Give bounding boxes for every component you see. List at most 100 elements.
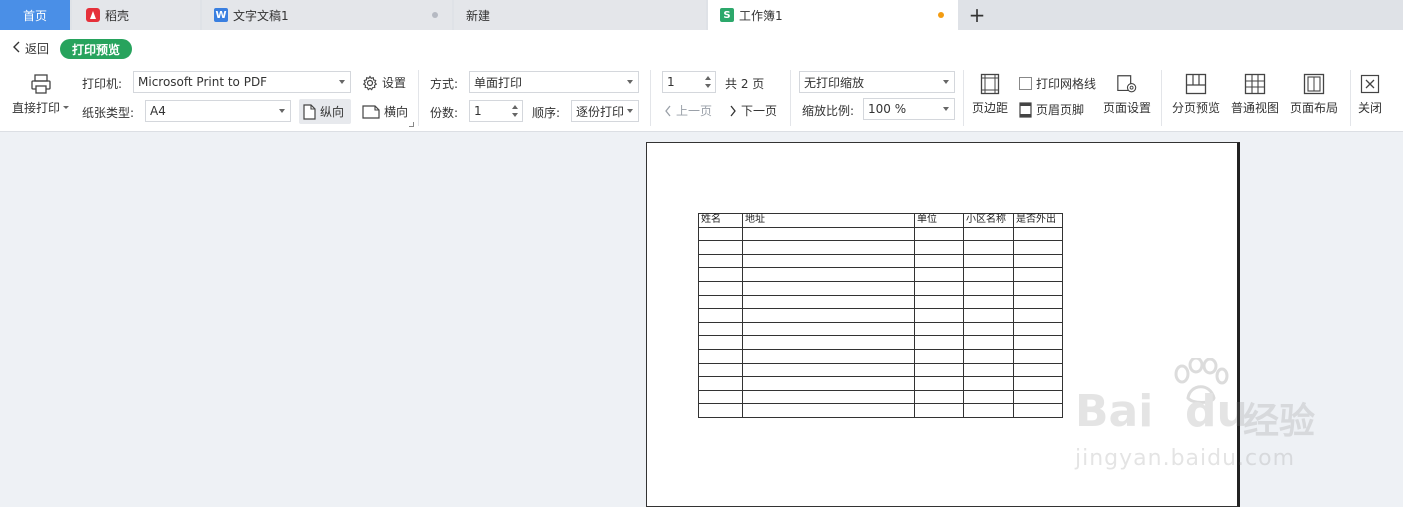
new-tab-button[interactable]: + <box>962 0 992 30</box>
next-page-label: 下一页 <box>741 104 778 118</box>
chevron-left-icon <box>664 105 672 117</box>
print-gridlines-checkbox[interactable]: 打印网格线 <box>1019 75 1096 92</box>
table-cell <box>742 308 915 323</box>
table-cell <box>698 362 743 378</box>
header-footer-button[interactable]: 页眉页脚 <box>1019 101 1084 118</box>
table-cell <box>1013 403 1063 418</box>
toolbar-separator <box>418 70 419 126</box>
margins-button[interactable]: 页边距 <box>972 73 1008 116</box>
tab-daoke[interactable]: 稻壳 <box>72 0 200 30</box>
next-page-button[interactable]: 下一页 <box>729 102 777 119</box>
table-cell <box>1013 253 1063 269</box>
zoom-ratio-label: 缩放比例: <box>802 104 855 118</box>
table-cell <box>914 376 964 391</box>
scaling-select[interactable]: 无打印缩放 <box>799 71 955 93</box>
table-cell <box>1013 362 1063 378</box>
order-select[interactable]: 逐份打印 <box>571 100 639 122</box>
caret-down-icon <box>63 106 70 109</box>
table-cell <box>698 335 743 350</box>
tab-home-label: 首页 <box>22 8 47 23</box>
table-cell <box>963 240 1014 255</box>
paper-type-value: A4 <box>150 104 166 118</box>
table-cell <box>1013 348 1063 364</box>
table-cell <box>963 362 1014 378</box>
table-cell <box>698 240 743 255</box>
decrement-icon[interactable] <box>512 113 518 117</box>
back-button[interactable]: 返回 <box>12 40 49 57</box>
copies-stepper[interactable]: 1 <box>469 100 523 122</box>
tab-close-dot[interactable] <box>432 12 438 18</box>
close-preview-button[interactable]: 关闭 <box>1358 73 1382 116</box>
page-break-preview-label: 分页预览 <box>1172 101 1221 115</box>
tab-workbook[interactable]: S 工作簿1 <box>708 0 958 30</box>
decrement-icon[interactable] <box>705 84 711 88</box>
landscape-button[interactable]: 横向 <box>362 103 408 120</box>
unsaved-dot[interactable] <box>938 12 944 18</box>
direct-print-button[interactable]: 直接打印 <box>12 73 70 116</box>
header-footer-icon <box>1019 101 1032 118</box>
page-layout-label: 页面布局 <box>1290 101 1339 115</box>
zoom-ratio-select[interactable]: 100 % <box>863 98 955 120</box>
table-cell <box>963 335 1014 350</box>
table-cell <box>698 253 743 269</box>
column-header: 姓名 <box>698 213 743 228</box>
table-cell <box>1013 267 1063 282</box>
tab-document[interactable]: W 文字文稿1 <box>202 0 452 30</box>
print-mode-select[interactable]: 单面打印 <box>469 71 639 93</box>
copies-label: 份数: <box>430 106 459 120</box>
tab-daoke-label: 稻壳 <box>105 8 130 23</box>
table-row <box>698 253 1063 269</box>
page-break-preview-button[interactable]: 分页预览 <box>1172 73 1220 116</box>
checkbox-icon <box>1019 77 1032 90</box>
settings-label: 设置 <box>382 76 407 90</box>
tab-home[interactable]: 首页 <box>0 0 70 30</box>
portrait-button[interactable]: 纵向 <box>299 99 351 124</box>
preview-sheet-table: 姓名 地址 单位 小区名称 是否外出 <box>698 213 1063 418</box>
print-mode-label: 方式: <box>430 77 459 91</box>
printer-select[interactable]: Microsoft Print to PDF <box>133 71 351 93</box>
tab-bar: 首页 稻壳 W 文字文稿1 新建 S 工作簿1 + <box>0 0 1403 30</box>
caret-down-icon <box>279 109 285 113</box>
printer-value: Microsoft Print to PDF <box>138 75 268 89</box>
table-cell <box>742 376 915 391</box>
close-label: 关闭 <box>1358 101 1383 115</box>
paper-type-select[interactable]: A4 <box>145 100 291 122</box>
chevron-right-icon <box>729 105 737 117</box>
increment-icon[interactable] <box>705 76 711 80</box>
table-cell <box>742 253 915 269</box>
table-row <box>698 321 1063 337</box>
portrait-label: 纵向 <box>320 105 345 119</box>
printer-icon <box>30 73 52 95</box>
printer-settings-button[interactable]: 设置 <box>362 74 406 91</box>
table-row <box>698 403 1063 418</box>
table-cell <box>914 389 964 405</box>
previous-page-label: 上一页 <box>676 104 713 118</box>
table-cell <box>742 335 915 350</box>
page-break-icon <box>1185 73 1207 95</box>
table-cell <box>1013 226 1063 242</box>
tab-new[interactable]: 新建 <box>454 0 706 30</box>
table-cell <box>698 348 743 364</box>
baidu-jingyan-watermark: Bai du 经验 jingyan.baidu.com <box>1075 358 1335 478</box>
gear-icon <box>362 75 378 91</box>
normal-view-button[interactable]: 普通视图 <box>1231 73 1279 116</box>
table-cell <box>963 321 1014 337</box>
margins-label: 页边距 <box>972 101 1009 115</box>
page-layout-button[interactable]: 页面布局 <box>1290 73 1338 116</box>
page-setup-button[interactable]: 页面设置 <box>1103 73 1151 116</box>
table-cell <box>698 226 743 242</box>
tab-workbook-label: 工作簿1 <box>739 8 783 23</box>
page-number-stepper[interactable]: 1 <box>662 71 716 93</box>
table-cell <box>698 267 743 282</box>
table-cell <box>698 294 743 310</box>
column-header: 小区名称 <box>963 213 1014 228</box>
grid-icon <box>1244 73 1266 95</box>
increment-icon[interactable] <box>512 105 518 109</box>
chevron-left-icon <box>12 41 20 57</box>
back-label: 返回 <box>25 42 50 56</box>
table-cell <box>698 389 743 405</box>
dialog-launcher-icon[interactable] <box>409 122 414 127</box>
header-footer-label: 页眉页脚 <box>1036 103 1085 117</box>
toolbar-separator <box>963 70 964 126</box>
previous-page-button[interactable]: 上一页 <box>664 102 712 119</box>
